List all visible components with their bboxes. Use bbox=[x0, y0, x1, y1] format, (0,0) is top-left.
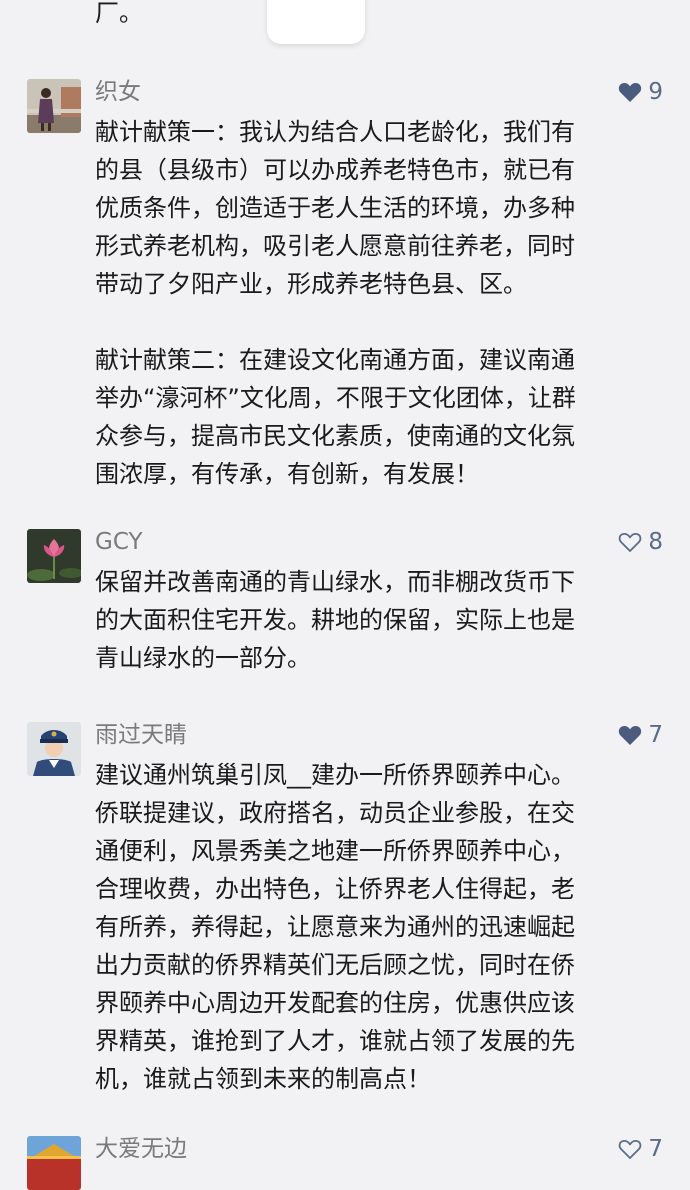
avatar-photo-lotus bbox=[27, 529, 81, 583]
comment-paragraph: 献计献策一：我认为结合人口老龄化，我们有 的县（县级市）可以办成养老特色市，就已… bbox=[95, 118, 575, 298]
username[interactable]: 织女 bbox=[95, 77, 141, 107]
heart-icon bbox=[619, 725, 642, 745]
previous-comment-tail: 厂。 bbox=[95, 0, 143, 27]
like-count: 7 bbox=[648, 1136, 663, 1162]
comment-body: 建议通州筑巢引凤__建办一所侨界颐养中心。 侨联提建议，政府搭名，动员企业参股，… bbox=[95, 756, 655, 1098]
avatar-photo-building bbox=[27, 1136, 81, 1190]
heart-outline-icon bbox=[619, 1139, 642, 1159]
comment-paragraph: 献计献策二：在建设文化南通方面，建议南通 举办“濠河杯”文化周，不限于文化团体，… bbox=[95, 346, 576, 488]
like-count: 9 bbox=[648, 79, 663, 105]
comment-body: 保留并改善南通的青山绿水，而非棚改货币下 的大面积住宅开发。耕地的保留，实际上也… bbox=[95, 563, 655, 677]
like-button[interactable]: 7 bbox=[618, 720, 663, 750]
comment-paragraph: 保留并改善南通的青山绿水，而非棚改货币下 的大面积住宅开发。耕地的保留，实际上也… bbox=[95, 568, 575, 672]
username[interactable]: 雨过天睛 bbox=[95, 720, 187, 750]
floating-tab-handle[interactable] bbox=[267, 0, 365, 44]
like-count: 8 bbox=[648, 529, 663, 555]
username[interactable]: 大爱无边 bbox=[95, 1134, 187, 1164]
like-button[interactable]: 9 bbox=[618, 77, 663, 107]
avatar[interactable] bbox=[27, 1136, 81, 1190]
like-button[interactable]: 8 bbox=[618, 527, 663, 557]
comment-body: 献计献策一：我认为结合人口老龄化，我们有 的县（县级市）可以办成养老特色市，就已… bbox=[95, 113, 655, 493]
like-count: 7 bbox=[648, 722, 663, 748]
avatar[interactable] bbox=[27, 529, 81, 583]
avatar[interactable] bbox=[27, 722, 81, 776]
comment-paragraph: 建议通州筑巢引凤__建办一所侨界颐养中心。 侨联提建议，政府搭名，动员企业参股，… bbox=[95, 761, 575, 1093]
avatar-photo-woman bbox=[27, 79, 81, 133]
heart-outline-icon bbox=[619, 532, 642, 552]
avatar-photo-officer bbox=[27, 722, 81, 776]
username[interactable]: GCY bbox=[95, 527, 143, 557]
avatar[interactable] bbox=[27, 79, 81, 133]
like-button[interactable]: 7 bbox=[618, 1134, 663, 1164]
heart-icon bbox=[619, 82, 642, 102]
